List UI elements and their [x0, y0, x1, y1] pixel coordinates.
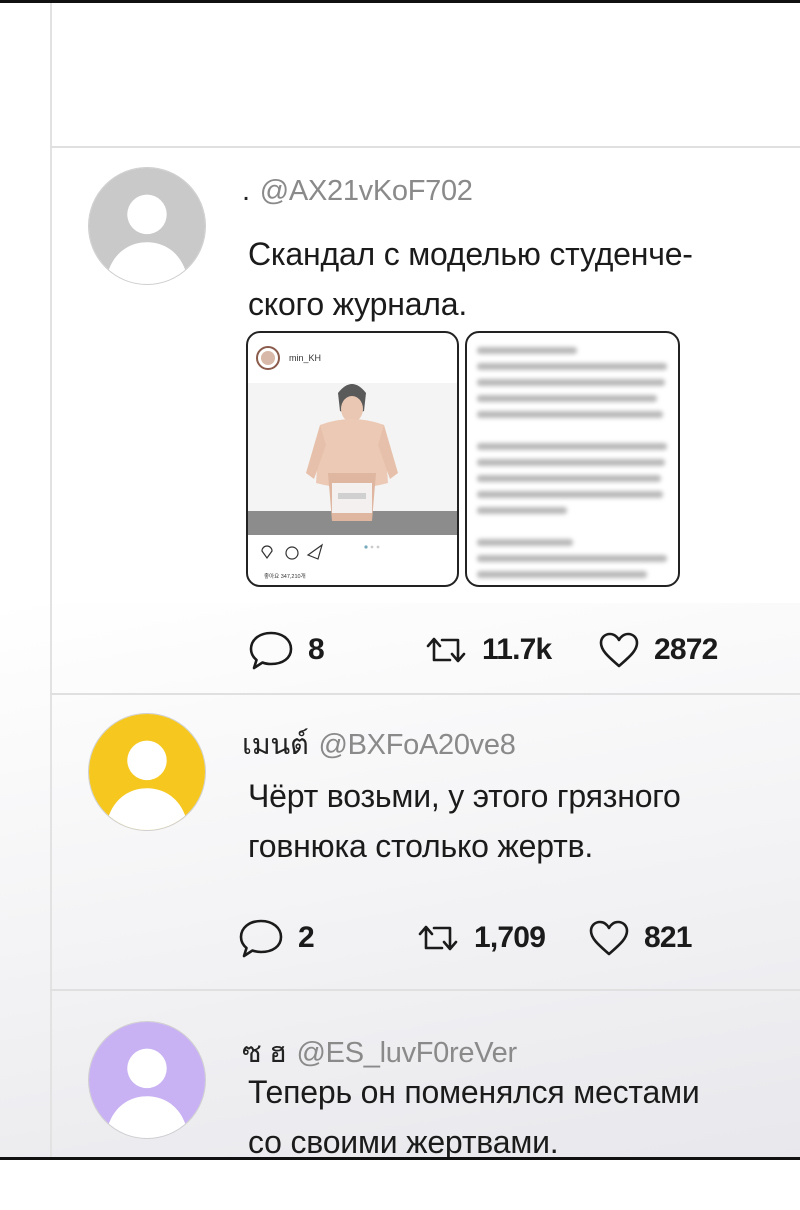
tweet-text-line: Чёрт возьми, у этого грязного — [248, 778, 681, 814]
retweet-icon — [426, 637, 466, 663]
divider — [50, 146, 800, 148]
retweet-count: 11.7k — [482, 633, 552, 666]
display-name[interactable]: . — [242, 175, 250, 207]
tweet-actions: 2 1,709 821 — [0, 915, 800, 961]
comic-panel: . @AX21vKoF702 Скандал с моделью студенче… — [0, 0, 800, 1160]
instagram-username: min_KH — [289, 353, 322, 363]
instagram-post-illustration — [248, 346, 457, 560]
tweet-text-line: Теперь он поменялся местами — [248, 1074, 700, 1110]
timeline-left-border — [50, 3, 52, 1157]
instagram-post-image[interactable]: min_KH 좋아요 347,210개 — [246, 331, 459, 587]
tweet-text-line: Скандал с моделью студенче- — [248, 236, 693, 272]
tweet-media[interactable]: min_KH 좋아요 347,210개 — [246, 331, 680, 589]
tweet-text-line: говнюка столько жертв. — [248, 828, 594, 864]
blurred-text-image[interactable] — [465, 331, 680, 587]
heart-icon — [599, 632, 639, 668]
reply-count: 2 — [298, 921, 315, 954]
default-user-icon — [89, 168, 205, 284]
tweet-actions: 8 11.7k 2872 — [0, 627, 800, 673]
avatar[interactable] — [88, 1021, 206, 1139]
tweet-header: . @AX21vKoF702 — [242, 175, 473, 208]
display-name[interactable]: เมนต์ — [242, 729, 309, 761]
default-user-icon — [89, 1022, 205, 1138]
tweet-text: Теперь он поменялся местами со своими же… — [248, 1067, 768, 1160]
instagram-likes: 좋아요 347,210개 — [264, 574, 306, 580]
user-handle[interactable]: @AX21vKoF702 — [260, 175, 473, 207]
retweet-button[interactable]: 11.7k — [424, 627, 552, 673]
tweet-header: เมนต์ @BXFoA20ve8 — [242, 721, 516, 767]
tweet-text-line: ского журнала. — [248, 286, 468, 322]
display-name[interactable]: ซ ฮ — [242, 1037, 287, 1069]
reply-button[interactable]: 8 — [248, 627, 325, 673]
divider — [50, 989, 800, 991]
blurred-text — [467, 333, 678, 585]
tweet-text: Чёрт возьми, у этого грязного говнюка ст… — [248, 771, 768, 871]
reply-count: 8 — [308, 633, 325, 666]
avatar[interactable] — [88, 713, 206, 831]
like-button[interactable]: 2872 — [598, 627, 718, 673]
retweet-button[interactable]: 1,709 — [416, 915, 546, 961]
tweet-text: Скандал с моделью студенче- ского журнал… — [248, 229, 768, 329]
heart-icon — [589, 920, 629, 956]
speech-bubble-icon — [239, 919, 283, 958]
avatar[interactable] — [88, 167, 206, 285]
reply-button[interactable]: 2 — [238, 915, 315, 961]
speech-bubble-icon — [249, 631, 293, 670]
user-handle[interactable]: @BXFoA20ve8 — [319, 729, 516, 761]
retweet-count: 1,709 — [474, 921, 546, 954]
tweet-text-line: со своими жертвами. — [248, 1124, 559, 1160]
like-button[interactable]: 821 — [588, 915, 692, 961]
retweet-icon — [418, 925, 458, 951]
user-handle[interactable]: @ES_luvF0reVer — [297, 1037, 518, 1069]
like-count: 821 — [644, 921, 692, 954]
divider — [50, 693, 800, 695]
like-count: 2872 — [654, 633, 718, 666]
default-user-icon — [89, 714, 205, 830]
